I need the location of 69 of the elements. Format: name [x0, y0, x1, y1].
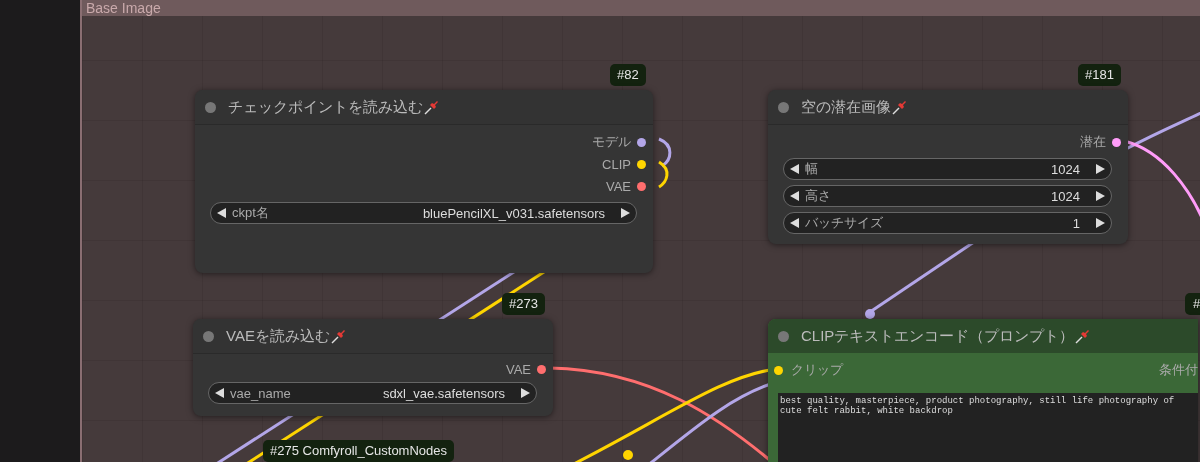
- output-label: 潜在: [1080, 133, 1106, 151]
- output-label: VAE: [505, 361, 531, 377]
- widget-label: バッチサイズ: [805, 214, 884, 232]
- widget-label: ckpt名: [232, 204, 270, 222]
- right-triangle-icon[interactable]: [1095, 191, 1105, 201]
- right-triangle-icon[interactable]: [620, 208, 630, 218]
- node-header[interactable]: チェックポイントを読み込む: [195, 90, 653, 125]
- node-card[interactable]: 空の潜在画像 潜在 幅 1024 高さ 1024 バッチサイズ 1: [768, 90, 1128, 244]
- left-triangle-icon[interactable]: [790, 218, 800, 228]
- node-card[interactable]: VAEを読み込む VAE vae_name sdxl_vae.safetensors: [193, 319, 553, 416]
- output-socket[interactable]: [637, 159, 646, 169]
- node-header[interactable]: CLIPテキストエンコード（プロンプト）: [768, 319, 1198, 353]
- group-title: Base Image: [86, 0, 161, 16]
- combo-widget[interactable]: 幅 1024: [783, 158, 1112, 180]
- output-socket[interactable]: [537, 364, 546, 374]
- output-label: 条件付: [1159, 361, 1198, 379]
- combo-widget[interactable]: バッチサイズ 1: [783, 212, 1112, 234]
- node-card[interactable]: チェックポイントを読み込む モデル CLIP VAE ckpt名 bluePencilXL_v031.safetensors: [195, 90, 653, 273]
- node-header[interactable]: VAEを読み込む: [193, 319, 553, 354]
- node-id-badge: #: [1185, 293, 1200, 315]
- combo-widget[interactable]: 高さ 1024: [783, 185, 1112, 207]
- collapse-dot-icon[interactable]: [203, 330, 214, 342]
- output-label: VAE: [605, 178, 631, 194]
- node-header[interactable]: 空の潜在画像: [768, 90, 1128, 125]
- widget-label: 幅: [805, 160, 819, 178]
- wire: [658, 137, 672, 168]
- node-title: チェックポイントを読み込む: [228, 97, 423, 117]
- node-title: CLIPテキストエンコード（プロンプト）: [801, 326, 1075, 346]
- output-label: CLIP: [602, 156, 631, 172]
- input-socket[interactable]: [774, 365, 783, 375]
- wire-junction[interactable]: [865, 309, 875, 319]
- node-card[interactable]: CLIPテキストエンコード（プロンプト） クリップ 条件付 best quality, masterpiece, product photography, still life photography of cute felt rabbit, white backdrop: [768, 319, 1198, 462]
- left-triangle-icon[interactable]: [790, 164, 800, 174]
- collapse-dot-icon[interactable]: [778, 101, 789, 113]
- combo-widget[interactable]: vae_name sdxl_vae.safetensors: [208, 382, 537, 404]
- pushpin-icon: [892, 99, 908, 115]
- widget-label: 高さ: [805, 187, 832, 205]
- node-title: VAEを読み込む: [226, 326, 330, 346]
- node-id-badge: #273: [502, 293, 545, 315]
- widget-value: 1024: [1051, 188, 1081, 204]
- right-triangle-icon[interactable]: [520, 388, 530, 398]
- node-id-badge: #275 Comfyroll_CustomNodes: [263, 440, 455, 462]
- widget-value: bluePencilXL_v031.safetensors: [422, 205, 606, 221]
- widget-value: 1024: [1051, 161, 1081, 177]
- output-label: モデル: [592, 133, 631, 151]
- node-id-badge: #181: [1078, 64, 1121, 86]
- widget-value: sdxl_vae.safetensors: [382, 385, 506, 401]
- node-id-badge: #82: [610, 64, 646, 86]
- output-socket[interactable]: [1112, 137, 1121, 147]
- prompt-text-field[interactable]: best quality, masterpiece, product photography, still life photography of cute felt rabbit, white backdrop: [778, 393, 1198, 462]
- pushpin-icon: [330, 328, 347, 344]
- collapse-dot-icon[interactable]: [205, 101, 216, 113]
- left-triangle-icon[interactable]: [215, 388, 225, 398]
- right-triangle-icon[interactable]: [1095, 218, 1105, 228]
- wire: [658, 160, 669, 189]
- node-title: 空の潜在画像: [801, 97, 891, 117]
- output-socket[interactable]: [637, 137, 646, 147]
- output-socket[interactable]: [637, 181, 646, 191]
- pushpin-icon: [1075, 328, 1092, 344]
- widget-value: 1: [1072, 215, 1081, 231]
- collapse-dot-icon[interactable]: [778, 330, 789, 342]
- input-label: クリップ: [791, 361, 843, 379]
- right-triangle-icon[interactable]: [1095, 164, 1105, 174]
- wire-junction[interactable]: [623, 450, 633, 460]
- left-triangle-icon[interactable]: [217, 208, 227, 218]
- widget-label: vae_name: [230, 385, 292, 401]
- pushpin-icon: [424, 99, 440, 115]
- combo-widget[interactable]: ckpt名 bluePencilXL_v031.safetensors: [210, 202, 637, 224]
- left-triangle-icon[interactable]: [790, 191, 800, 201]
